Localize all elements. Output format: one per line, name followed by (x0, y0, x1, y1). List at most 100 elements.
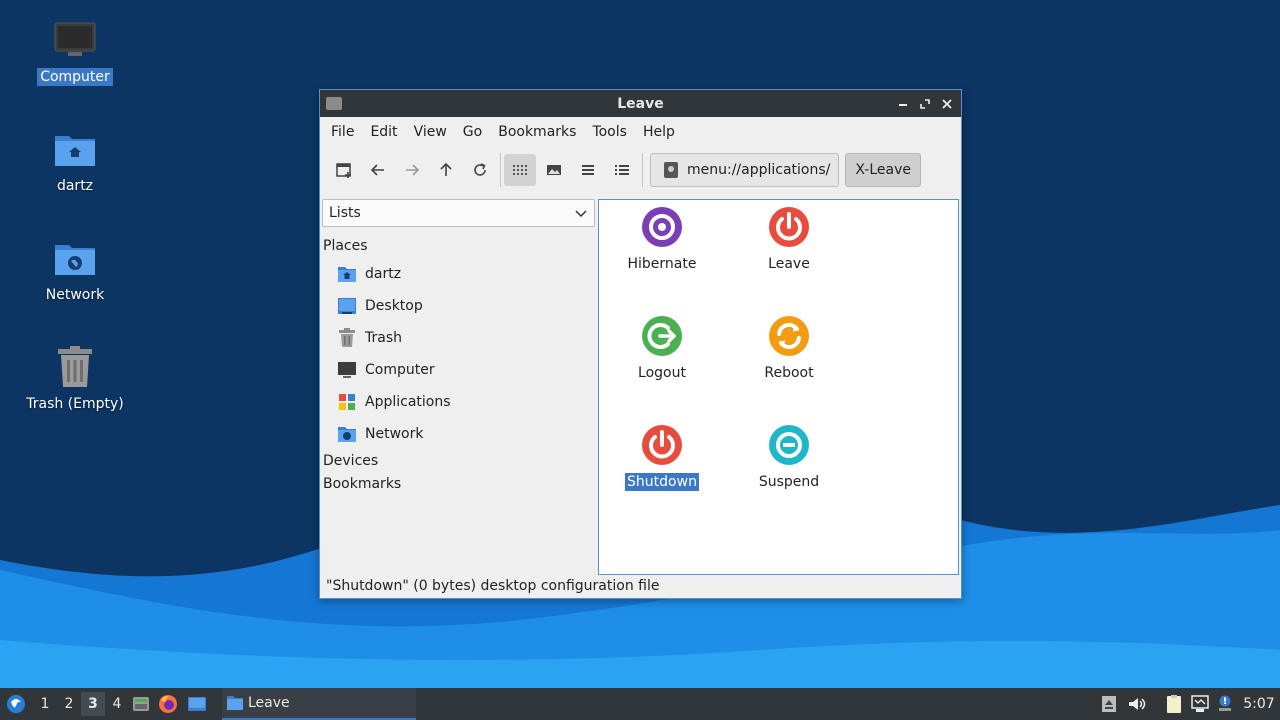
quicklaunch-file-manager[interactable] (129, 688, 153, 720)
file-item-logout[interactable]: Logout (607, 314, 717, 382)
workspace-2[interactable]: 2 (57, 696, 81, 712)
menu-edit[interactable]: Edit (363, 124, 404, 140)
side-panel-mode-select[interactable]: Lists (322, 199, 595, 227)
chevron-down-icon (575, 210, 587, 218)
computer-icon (337, 360, 357, 380)
file-item-shutdown[interactable]: Shutdown (607, 423, 717, 491)
network-wired-icon (1191, 695, 1209, 712)
place-item-desktop[interactable]: Desktop (337, 294, 423, 318)
folder-icon (227, 696, 243, 710)
workspace-3[interactable]: 3 (81, 692, 105, 716)
place-item-applications[interactable]: Applications (337, 390, 451, 414)
network-folder-icon (53, 236, 97, 280)
arrow-up-icon (440, 162, 452, 176)
icon-view-button[interactable] (504, 154, 536, 186)
clock[interactable]: 5:07 (1240, 688, 1278, 720)
trash-icon (337, 328, 357, 348)
power-icon (769, 207, 809, 247)
toolbar: menu://applications/ X-Leave (320, 147, 961, 193)
desktop-icon-network[interactable]: Network (20, 236, 130, 304)
drive-icon (664, 162, 678, 178)
suspend-icon (769, 425, 809, 465)
up-button[interactable] (430, 154, 462, 186)
file-label: Logout (638, 365, 686, 381)
path-segment-button[interactable]: X-Leave (845, 153, 921, 187)
tray-network-button[interactable] (1188, 688, 1212, 720)
image-icon (547, 165, 561, 175)
applications-icon (337, 392, 357, 412)
home-folder-icon (337, 264, 357, 284)
desktop-icon-trash[interactable]: Trash (Empty) (20, 345, 130, 413)
window-title: Leave (617, 95, 664, 112)
file-manager-window: Leave File Edit View Go Bookmarks Tools … (319, 89, 962, 599)
place-item-trash[interactable]: Trash (337, 326, 402, 350)
desktop-icon-label: dartz (56, 178, 94, 194)
workspace-1[interactable]: 1 (33, 696, 57, 712)
quicklaunch-show-desktop[interactable] (183, 688, 211, 720)
hibernate-icon (642, 207, 682, 247)
file-item-leave[interactable]: Leave (734, 205, 844, 273)
menu-tools[interactable]: Tools (585, 124, 634, 140)
clipboard-icon (1167, 695, 1181, 713)
tray-updates-button[interactable] (1214, 688, 1236, 720)
back-button[interactable] (362, 154, 394, 186)
workspace-4[interactable]: 4 (105, 696, 129, 712)
start-menu-button[interactable] (0, 688, 32, 720)
task-label: Leave (248, 695, 290, 711)
place-item-dartz[interactable]: dartz (337, 262, 401, 286)
network-folder-icon (337, 424, 357, 444)
tray-clipboard-button[interactable] (1162, 688, 1186, 720)
bookmarks-header[interactable]: Bookmarks (323, 476, 401, 492)
place-item-computer[interactable]: Computer (337, 358, 435, 382)
file-icon-view[interactable]: Hibernate Leave Logout Reboot Shutdown S… (598, 199, 959, 575)
reload-button[interactable] (464, 154, 496, 186)
file-label: Hibernate (627, 256, 697, 272)
thumbnail-view-button[interactable] (538, 154, 570, 186)
place-item-network[interactable]: Network (337, 422, 423, 446)
path-bar[interactable]: menu://applications/ (650, 153, 840, 187)
detailed-view-button[interactable] (606, 154, 638, 186)
menu-help[interactable]: Help (636, 124, 682, 140)
desktop-icon-computer[interactable]: Computer (20, 18, 130, 86)
desktop-icon-label: Trash (Empty) (26, 396, 124, 412)
grid-view-icon (513, 165, 527, 175)
file-item-reboot[interactable]: Reboot (734, 314, 844, 382)
quicklaunch-firefox[interactable] (153, 688, 183, 720)
status-bar: "Shutdown" (0 bytes) desktop configurati… (326, 578, 660, 594)
power-icon (642, 425, 682, 465)
desktop-icon (337, 296, 357, 316)
arrow-right-icon (406, 164, 420, 176)
tray-eject-button[interactable] (1098, 688, 1120, 720)
devices-header[interactable]: Devices (323, 453, 378, 469)
place-label: Desktop (365, 298, 423, 314)
trash-icon (53, 345, 97, 389)
toolbar-separator (642, 153, 643, 187)
close-button[interactable] (939, 96, 955, 112)
file-item-hibernate[interactable]: Hibernate (607, 205, 717, 273)
file-label: Shutdown (625, 473, 699, 491)
place-label: Trash (365, 330, 402, 346)
compact-view-button[interactable] (572, 154, 604, 186)
new-tab-button[interactable] (328, 154, 360, 186)
desktop-icon-home[interactable]: dartz (20, 127, 130, 195)
taskbar-task-leave[interactable]: Leave (222, 688, 416, 720)
window-titlebar[interactable]: Leave (320, 90, 961, 117)
compact-list-icon (582, 165, 594, 175)
file-manager-icon (133, 697, 149, 711)
reload-icon (474, 163, 486, 176)
menu-view[interactable]: View (407, 124, 454, 140)
firefox-icon (159, 695, 177, 713)
maximize-button[interactable] (917, 96, 933, 112)
menu-go[interactable]: Go (456, 124, 489, 140)
tray-volume-button[interactable] (1124, 688, 1150, 720)
minimize-button[interactable] (895, 96, 911, 112)
file-item-suspend[interactable]: Suspend (734, 423, 844, 491)
computer-icon (53, 18, 97, 62)
forward-button[interactable] (396, 154, 428, 186)
menu-file[interactable]: File (324, 124, 361, 140)
reboot-icon (769, 316, 809, 356)
place-label: Applications (365, 394, 451, 410)
desktop-icon-label: Network (45, 287, 105, 303)
lxqt-logo-icon (7, 695, 25, 713)
menu-bookmarks[interactable]: Bookmarks (491, 124, 583, 140)
